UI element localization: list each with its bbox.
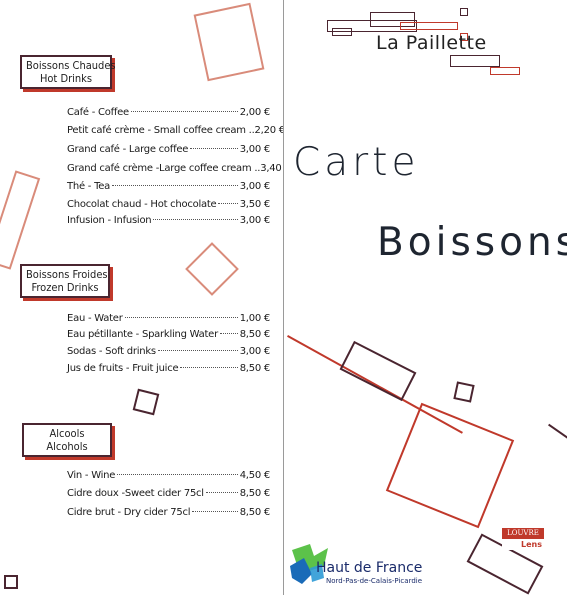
menu-item: Cidre brut - Dry cider 75cl 8,50 € — [67, 506, 270, 520]
item-price: 1,00 € — [239, 313, 271, 324]
deco-square — [385, 402, 515, 529]
leader-dots — [180, 367, 238, 368]
item-name: Cidre brut - Dry cider 75cl — [67, 507, 191, 518]
section-title-en: Alcohols — [46, 440, 88, 453]
item-name: Petit café crème - Small coffee cream .. — [67, 125, 255, 136]
menu-item: Cidre doux -Sweet cider 75cl 8,50 € — [67, 487, 270, 501]
item-name: Jus de fruits - Fruit juice — [67, 363, 179, 374]
item-name: Café - Coffee — [67, 107, 129, 118]
leader-dots — [157, 350, 238, 351]
menu-item: Café - Coffee 2,00 € — [67, 106, 270, 120]
section-header-hot-drinks: Boissons Chaudes Hot Drinks — [20, 55, 116, 89]
item-price: 8,50 € — [239, 507, 271, 518]
menu-item: Thé - Tea 3,00 € — [67, 180, 270, 194]
deco-bar — [400, 22, 458, 30]
item-price: 3,40 € — [260, 163, 283, 174]
item-name: Cidre doux -Sweet cider 75cl — [67, 488, 204, 499]
section-title-en: Frozen Drinks — [31, 281, 99, 294]
item-price: 3,00 € — [239, 144, 271, 155]
item-price: 8,50 € — [239, 363, 271, 374]
item-name: Grand café - Large coffee — [67, 144, 189, 155]
deco-bar — [450, 55, 500, 67]
item-price: 3,00 € — [239, 215, 271, 226]
deco-square — [193, 2, 265, 82]
section-title-fr: Alcools — [49, 427, 85, 440]
deco-square — [0, 170, 41, 270]
section-header-alcohols: Alcools Alcohols — [22, 423, 112, 457]
menu-item: Vin - Wine 4,50 € — [67, 469, 270, 483]
page-title-line2: Boissons — [377, 220, 567, 265]
louvre-logo-top: LOUVRE — [502, 528, 544, 539]
item-name: Sodas - Soft drinks — [67, 346, 156, 357]
louvre-logo-bottom: Lens — [502, 539, 544, 550]
louvre-lens-logo: LOUVRE Lens — [502, 528, 544, 550]
menu-item: Jus de fruits - Fruit juice 8,50 € — [67, 362, 270, 376]
section-header-frozen-drinks: Boissons Froides Frozen Drinks — [20, 264, 110, 298]
item-name: Eau - Water — [67, 313, 123, 324]
menu-item: Grand café crème -Large coffee cream .. 3… — [67, 162, 283, 176]
deco-bar — [548, 423, 567, 449]
item-price: 8,50 € — [239, 488, 271, 499]
item-name: Infusion - Infusion — [67, 215, 152, 226]
menu-item: Eau - Water 1,00 € — [67, 312, 270, 326]
menu-item: Eau pétillante - Sparkling Water 8,50 € — [67, 328, 270, 342]
section-title-en: Hot Drinks — [39, 72, 93, 85]
brand-name: La Paillette — [376, 32, 487, 54]
page-fold — [283, 0, 284, 595]
leader-dots — [218, 203, 238, 204]
deco-square — [453, 381, 475, 403]
leader-dots — [153, 219, 238, 220]
item-name: Chocolat chaud - Hot chocolate — [67, 199, 217, 210]
item-name: Vin - Wine — [67, 470, 116, 481]
left-page: Boissons Chaudes Hot Drinks Café - Coffe… — [0, 0, 283, 595]
menu-item: Grand café - Large coffee 3,00 € — [67, 143, 270, 157]
leader-dots — [190, 148, 238, 149]
item-price: 3,00 € — [239, 181, 271, 192]
deco-square — [185, 242, 239, 296]
deco-square — [460, 8, 468, 16]
menu-item: Chocolat chaud - Hot chocolate 3,50 € — [67, 198, 270, 212]
section-title-fr: Boissons Chaudes — [26, 59, 116, 72]
deco-square — [132, 388, 160, 416]
item-price: 3,00 € — [239, 346, 271, 357]
item-name: Thé - Tea — [67, 181, 111, 192]
page-title-line1: Carte — [293, 140, 420, 185]
item-name: Grand café crème -Large coffee cream .. — [67, 163, 261, 174]
region-logo-title: Haut de France — [316, 560, 423, 576]
deco-bar — [490, 67, 520, 75]
menu-item: Infusion - Infusion 3,00 € — [67, 214, 270, 228]
leader-dots — [117, 474, 238, 475]
item-price: 2,20 € — [254, 125, 283, 136]
item-price: 3,50 € — [239, 199, 271, 210]
deco-bar — [332, 28, 352, 36]
leader-dots — [124, 317, 238, 318]
leader-dots — [130, 111, 238, 112]
item-price: 8,50 € — [239, 329, 271, 340]
menu-item: Sodas - Soft drinks 3,00 € — [67, 345, 270, 359]
leader-dots — [219, 333, 238, 334]
region-logo-subtitle: Nord-Pas-de-Calais-Picardie — [326, 577, 423, 585]
menu-item: Petit café crème - Small coffee cream ..… — [67, 124, 283, 138]
item-price: 2,00 € — [239, 107, 271, 118]
item-price: 4,50 € — [239, 470, 271, 481]
item-name: Eau pétillante - Sparkling Water — [67, 329, 218, 340]
leader-dots — [112, 185, 238, 186]
leader-dots — [192, 511, 238, 512]
deco-square — [4, 575, 18, 589]
leader-dots — [205, 492, 238, 493]
section-title-fr: Boissons Froides — [26, 268, 108, 281]
deco-square — [339, 340, 417, 402]
